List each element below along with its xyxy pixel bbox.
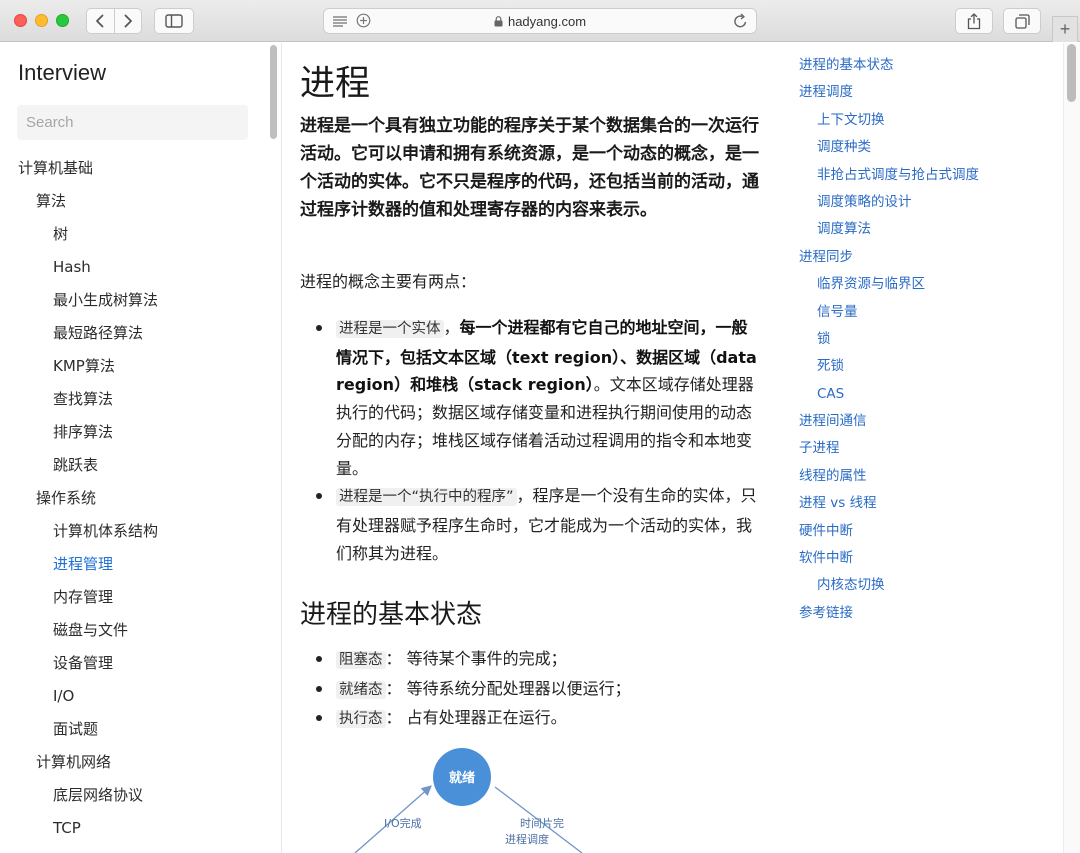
- sidebar-item[interactable]: KMP算法: [0, 350, 265, 383]
- body-text: ： 等待系统分配处理器以便运行；: [385, 678, 631, 698]
- node-label: 就绪: [449, 770, 475, 786]
- toc-link[interactable]: 参考链接: [799, 600, 979, 627]
- history-nav-group: [86, 8, 142, 34]
- sidebar-scrollbar[interactable]: [270, 45, 277, 139]
- edge-label: 进程调度: [505, 832, 549, 846]
- sidebar-item[interactable]: 最小生成树算法: [0, 284, 265, 317]
- share-icon: [967, 12, 981, 29]
- sidebar-item[interactable]: TCP: [0, 812, 265, 845]
- section-heading: 进程的基本状态: [300, 600, 483, 630]
- sidebar-item[interactable]: 最短路径算法: [0, 317, 265, 350]
- list-item: 进程是一个“执行中的程序” ，程序是一个没有生命的实体，只有处理器赋予程序生命时，…: [300, 482, 762, 567]
- edge-label: I/O完成: [384, 816, 422, 830]
- body-text: ： 等待某个事件的完成；: [385, 649, 567, 668]
- back-button[interactable]: [87, 9, 114, 33]
- show-tabs-button[interactable]: [1003, 8, 1041, 34]
- share-button[interactable]: [955, 8, 993, 34]
- sidebar-item[interactable]: 内存管理: [0, 581, 265, 614]
- page-title: 进程: [300, 64, 371, 104]
- toc-link[interactable]: 内核态切换: [799, 572, 979, 599]
- list-item: 就绪态： 等待系统分配处理器以便运行；: [300, 675, 762, 705]
- minimize-window-button[interactable]: [35, 14, 48, 27]
- sidebar-item[interactable]: 设备管理: [0, 647, 265, 680]
- sidebar-item[interactable]: Hash: [0, 251, 265, 284]
- list-item: 阻塞态： 等待某个事件的完成；: [300, 645, 762, 675]
- toc-link[interactable]: 调度算法: [799, 216, 979, 243]
- reload-icon[interactable]: [733, 13, 748, 29]
- sidebar-item[interactable]: 排序算法: [0, 416, 265, 449]
- process-state-diagram: 就绪 I/O完成 时间片完 进程调度: [354, 748, 583, 853]
- lead-paragraph: 进程是一个具有独立功能的程序关于某个数据集合的一次运行活动。它可以申请和拥有系统…: [300, 116, 759, 220]
- plus-icon: +: [1059, 19, 1071, 39]
- close-window-button[interactable]: [14, 14, 27, 27]
- toc-link[interactable]: CAS: [799, 381, 979, 408]
- edge-label: 时间片完: [520, 816, 564, 830]
- chevron-left-icon: [96, 14, 104, 28]
- toc-link[interactable]: 硬件中断: [799, 518, 979, 545]
- zoom-window-button[interactable]: [56, 14, 69, 27]
- sidebar-icon: [165, 14, 183, 28]
- browser-toolbar: hadyang.com +: [0, 0, 1080, 42]
- toc-link[interactable]: 锁: [799, 326, 979, 353]
- sidebar-item[interactable]: 磁盘与文件: [0, 614, 265, 647]
- toc-link[interactable]: 临界资源与临界区: [799, 271, 979, 298]
- toc-link[interactable]: 调度种类: [799, 134, 979, 161]
- table-of-contents: 进程的基本状态 进程调度 上下文切换 调度种类 非抢占式调度与抢占式调度 调度策略的设计调…: [799, 52, 979, 627]
- forward-button[interactable]: [115, 9, 142, 33]
- sidebar-item[interactable]: 树: [0, 218, 265, 251]
- lock-icon: [494, 16, 503, 27]
- list-item: 执行态： 占有处理器正在运行。: [300, 704, 762, 734]
- inline-code: 进程是一个“执行中的程序”: [336, 488, 517, 507]
- toc-link[interactable]: 调度策略的设计: [799, 189, 979, 216]
- sidebar-nav: 计算机基础 算法树 Hash 最小生成树算法 最短路径算法 KMP算法 查找算法 排序算法 跳跃…: [0, 152, 265, 845]
- chevron-right-icon: [124, 14, 132, 28]
- site-title[interactable]: Interview: [18, 60, 106, 86]
- page-scroll-track: [1063, 43, 1080, 853]
- toc-link[interactable]: 死锁: [799, 353, 979, 380]
- page-scrollbar[interactable]: [1067, 44, 1076, 102]
- body-text: ： 占有处理器正在运行。: [385, 708, 567, 728]
- toc-link[interactable]: 软件中断: [799, 545, 979, 572]
- toc-link[interactable]: 信号量: [799, 299, 979, 326]
- toc-link[interactable]: 非抢占式调度与抢占式调度: [799, 162, 979, 189]
- sidebar-item[interactable]: I/O: [0, 680, 265, 713]
- address-bar[interactable]: hadyang.com: [323, 8, 757, 34]
- sidebar-item[interactable]: 底层网络协议: [0, 779, 265, 812]
- toc-link[interactable]: 进程 vs 线程: [799, 490, 979, 517]
- inline-code: 执行态: [336, 710, 386, 729]
- sidebar-item[interactable]: 面试题: [0, 713, 265, 746]
- sidebar-item[interactable]: 算法: [0, 185, 265, 218]
- toc-link[interactable]: 子进程: [799, 435, 979, 462]
- inline-code: 进程是一个实体: [336, 320, 444, 338]
- state-list: 阻塞态： 等待某个事件的完成； 就绪态： 等待系统分配处理器以便运行； 执行态：…: [300, 645, 762, 734]
- sidebar-item[interactable]: 计算机网络: [0, 746, 265, 779]
- url-display[interactable]: hadyang.com: [324, 14, 756, 29]
- list-item: 进程是一个实体 ，每一个进程都有它自己的地址空间，一般情况下，包括文本区域（tex…: [300, 314, 762, 482]
- search-input[interactable]: [17, 105, 248, 140]
- inline-code: 阻塞态: [336, 651, 386, 669]
- inline-code: 就绪态: [336, 680, 386, 699]
- toc-link[interactable]: 进程调度: [799, 79, 979, 106]
- toc-link[interactable]: 上下文切换: [799, 107, 979, 134]
- sidebar-toggle-button[interactable]: [154, 8, 194, 34]
- docs-sidebar: Interview 计算机基础算法树Hash最小生成树算法最短路径算法KMP算法…: [0, 43, 282, 853]
- sidebar-item[interactable]: 计算机基础: [0, 152, 265, 185]
- toc-link[interactable]: 线程的属性: [799, 463, 979, 490]
- sidebar-item[interactable]: 进程管理: [0, 548, 265, 581]
- sidebar-item[interactable]: 计算机体系结构: [0, 515, 265, 548]
- intro-paragraph: 进程的概念主要有两点：: [300, 272, 477, 291]
- new-tab-button[interactable]: +: [1052, 16, 1078, 42]
- sidebar-item[interactable]: 操作系统: [0, 482, 265, 515]
- toc-link[interactable]: 进程的基本状态: [799, 52, 979, 79]
- tabs-overview-icon: [1014, 13, 1030, 29]
- sidebar-item[interactable]: 查找算法: [0, 383, 265, 416]
- toc-link[interactable]: 进程间通信: [799, 408, 979, 435]
- url-text: hadyang.com: [507, 14, 587, 29]
- concept-list: 进程是一个实体 ，每一个进程都有它自己的地址空间，一般情况下，包括文本区域（tex…: [300, 314, 762, 567]
- sidebar-item[interactable]: 跳跃表: [0, 449, 265, 482]
- toc-link[interactable]: 进程同步: [799, 244, 979, 271]
